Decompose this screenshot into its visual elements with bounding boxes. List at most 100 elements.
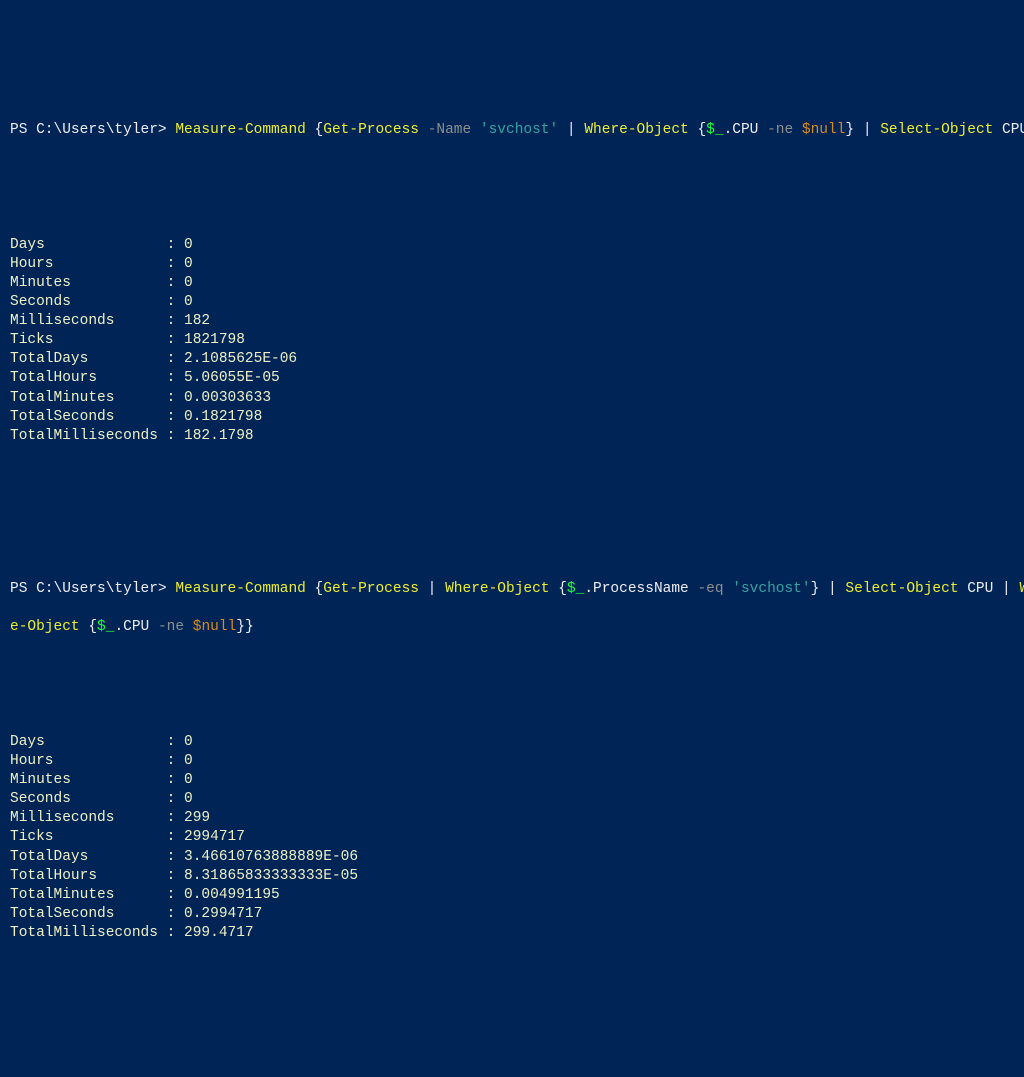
output-sep: :: [167, 274, 184, 293]
prompt: PS C:\Users\tyler>: [10, 581, 175, 597]
output-row: Hours: 0: [10, 752, 1024, 771]
cmd-token: $null: [193, 619, 237, 635]
output-key: TotalHours: [10, 369, 167, 388]
cmd-token: [184, 619, 193, 635]
output-value: 0: [184, 293, 193, 312]
output-sep: :: [167, 312, 184, 331]
cmd-token: [419, 122, 428, 138]
output-key: Days: [10, 733, 167, 752]
output-value: 299: [184, 809, 210, 828]
cmd-token: |: [558, 122, 584, 138]
output-value: 0.2994717: [184, 905, 262, 924]
cmd-token: Wher: [1019, 581, 1024, 597]
output-sep: :: [167, 236, 184, 255]
blank-line: [10, 542, 1024, 561]
cmd-token: CPU}: [993, 122, 1024, 138]
output-sep: :: [167, 924, 184, 943]
output-key: TotalMinutes: [10, 389, 167, 408]
cmd-token: {: [306, 581, 323, 597]
output-value: 0.1821798: [184, 408, 262, 427]
output-sep: :: [167, 752, 184, 771]
output-key: Hours: [10, 255, 167, 274]
output-value: 0: [184, 790, 193, 809]
cmd-token: Where-Object: [445, 581, 549, 597]
output-key: Hours: [10, 752, 167, 771]
cmd-token: [471, 122, 480, 138]
output-value: 0: [184, 771, 193, 790]
command-line-1: PS C:\Users\tyler> Measure-Command {Get-…: [10, 121, 1024, 140]
cmd-token: .CPU: [114, 619, 158, 635]
output-row: Hours: 0: [10, 255, 1024, 274]
output-key: TotalSeconds: [10, 408, 167, 427]
output-key: Ticks: [10, 331, 167, 350]
output-sep: :: [167, 790, 184, 809]
cmd-token: .CPU: [724, 122, 768, 138]
output-row: TotalSeconds: 0.1821798: [10, 408, 1024, 427]
output-value: 0: [184, 236, 193, 255]
output-sep: :: [167, 331, 184, 350]
output-key: TotalDays: [10, 848, 167, 867]
output-sep: :: [167, 293, 184, 312]
output-value: 0.00303633: [184, 389, 271, 408]
output-key: Minutes: [10, 274, 167, 293]
output-sep: :: [167, 427, 184, 446]
cmd-token: -ne: [767, 122, 793, 138]
output-sep: :: [167, 886, 184, 905]
command-line-2: PS C:\Users\tyler> Measure-Command {Get-…: [10, 580, 1024, 599]
output-block-2: Days: 0Hours: 0Minutes: 0Seconds: 0Milli…: [10, 733, 1024, 943]
cmd-token: Get-Process: [323, 581, 419, 597]
output-row: TotalMinutes: 0.00303633: [10, 389, 1024, 408]
output-value: 5.06055E-05: [184, 369, 280, 388]
output-value: 0: [184, 733, 193, 752]
cmd-token: -Name: [428, 122, 472, 138]
output-key: Milliseconds: [10, 312, 167, 331]
cmd-token: CPU |: [959, 581, 1020, 597]
cmd-token: -ne: [158, 619, 184, 635]
output-row: Minutes: 0: [10, 274, 1024, 293]
output-row: Milliseconds: 299: [10, 809, 1024, 828]
cmd-token: e-Object: [10, 619, 80, 635]
output-value: 0: [184, 752, 193, 771]
output-sep: :: [167, 848, 184, 867]
blank-line: [10, 159, 1024, 178]
output-key: Seconds: [10, 790, 167, 809]
cmd-token: Select-Object: [880, 122, 993, 138]
output-row: TotalMilliseconds: 299.4717: [10, 924, 1024, 943]
output-row: Seconds: 0: [10, 293, 1024, 312]
output-sep: :: [167, 828, 184, 847]
output-sep: :: [167, 369, 184, 388]
cmd-token: Measure-Command: [175, 122, 306, 138]
output-row: Seconds: 0: [10, 790, 1024, 809]
output-value: 0.004991195: [184, 886, 280, 905]
output-row: Days: 0: [10, 236, 1024, 255]
output-row: TotalDays: 2.1085625E-06: [10, 350, 1024, 369]
output-row: TotalMilliseconds: 182.1798: [10, 427, 1024, 446]
cmd-token: 'svchost': [732, 581, 810, 597]
output-key: TotalMilliseconds: [10, 924, 167, 943]
cmd-token: 'svchost': [480, 122, 558, 138]
output-value: 2.1085625E-06: [184, 350, 297, 369]
output-key: TotalMilliseconds: [10, 427, 167, 446]
output-row: Ticks: 2994717: [10, 828, 1024, 847]
output-sep: :: [167, 809, 184, 828]
output-key: Seconds: [10, 293, 167, 312]
output-sep: :: [167, 771, 184, 790]
cmd-token: } |: [845, 122, 880, 138]
output-row: TotalHours: 5.06055E-05: [10, 369, 1024, 388]
output-key: Minutes: [10, 771, 167, 790]
output-sep: :: [167, 867, 184, 886]
output-key: Ticks: [10, 828, 167, 847]
terminal-area[interactable]: PS C:\Users\tyler> Measure-Command {Get-…: [10, 83, 1024, 982]
output-sep: :: [167, 389, 184, 408]
cmd-token: {: [689, 122, 706, 138]
cmd-token: {: [306, 122, 323, 138]
output-key: TotalMinutes: [10, 886, 167, 905]
output-key: TotalSeconds: [10, 905, 167, 924]
output-row: TotalMinutes: 0.004991195: [10, 886, 1024, 905]
output-value: 0: [184, 255, 193, 274]
output-value: 299.4717: [184, 924, 254, 943]
cmd-token: [724, 581, 733, 597]
cmd-token: Measure-Command: [175, 581, 306, 597]
cmd-token: .ProcessName: [584, 581, 697, 597]
output-value: 8.31865833333333E-05: [184, 867, 358, 886]
